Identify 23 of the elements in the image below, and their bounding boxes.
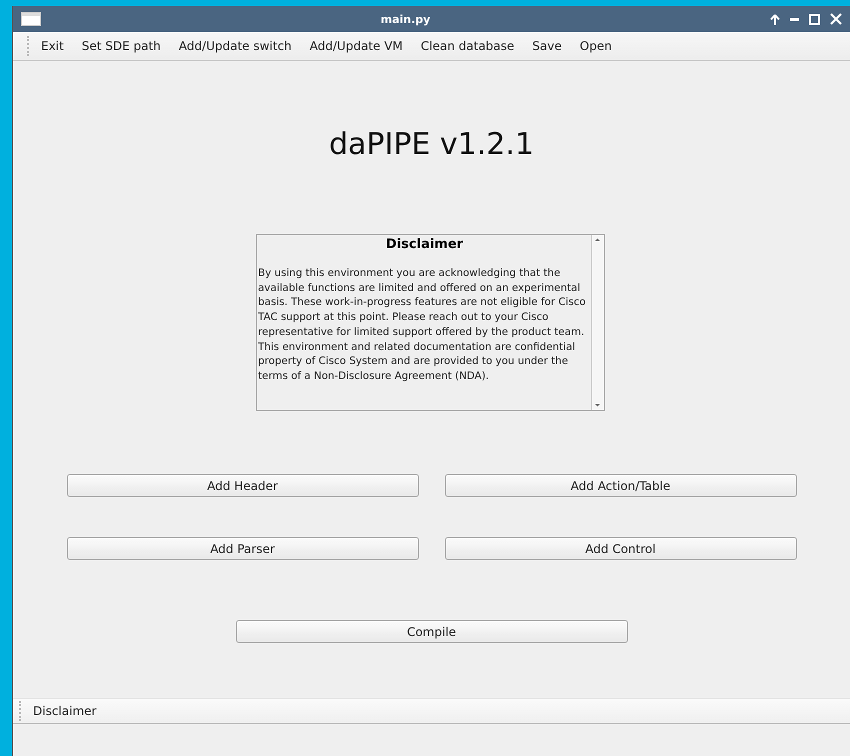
- scrollbar[interactable]: [591, 235, 604, 410]
- menu-item[interactable]: Save: [523, 39, 571, 53]
- push-button[interactable]: Add Header: [66, 474, 418, 497]
- window-icon: [21, 12, 41, 26]
- menu-item[interactable]: Exit: [32, 39, 73, 53]
- push-button[interactable]: Compile: [236, 620, 628, 643]
- minimize-icon[interactable]: [790, 18, 799, 20]
- maximize-icon[interactable]: [809, 14, 820, 24]
- disclaimer-text: By using this environment you are acknowledging that the available functions are limited and offered on an experimental basis. These work-in-progress features are not eligible for Cisco TAC support at this point. Please reach out to your Cisco representative for limited support offered by the product team. This environment and related documentation are confidential property of Cisco System and are provided to you under the terms of a Non-Disclosure Agreement (NDA).: [258, 266, 587, 384]
- arrow-up-icon[interactable]: [770, 14, 780, 24]
- app-heading: daPIPE v1.2.1: [328, 127, 534, 164]
- window-title: main.py: [380, 12, 432, 26]
- push-button[interactable]: Add Parser: [66, 537, 418, 560]
- disclaimer-title: Disclaimer: [384, 237, 464, 252]
- menu-item[interactable]: Add/Update switch: [170, 39, 301, 53]
- push-button[interactable]: Add Control: [444, 537, 796, 560]
- menu-item[interactable]: Open: [570, 39, 621, 53]
- menu-item[interactable]: Add/Update VM: [300, 39, 412, 53]
- menu-item[interactable]: Set SDE path: [72, 39, 170, 53]
- toolbar-item[interactable]: Disclaimer: [24, 704, 106, 718]
- close-icon[interactable]: [830, 13, 842, 25]
- menu-item[interactable]: Clean database: [412, 39, 524, 53]
- push-button[interactable]: Add Action/Table: [444, 474, 796, 497]
